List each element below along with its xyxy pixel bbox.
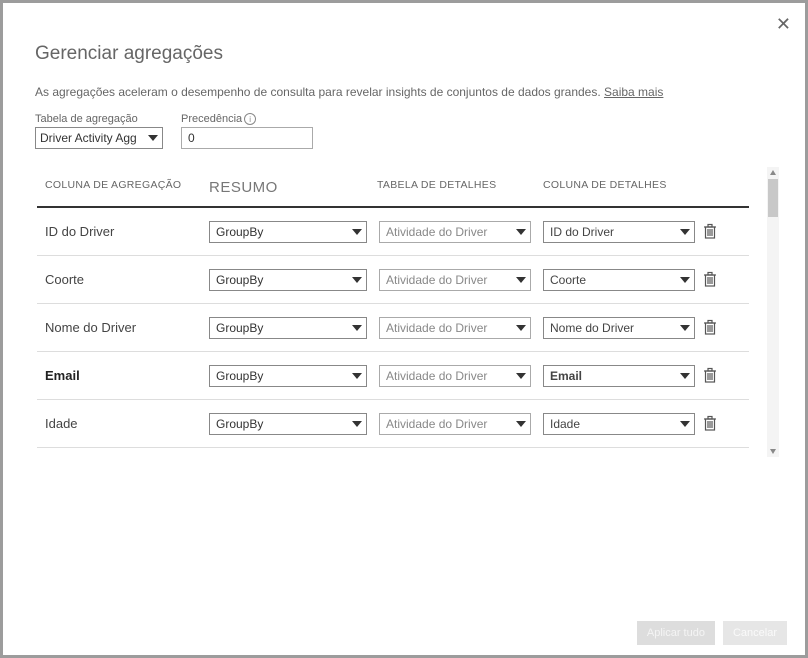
precedence-group: Precedência i [181, 113, 313, 149]
table-header: COLUNA DE AGREGAÇÃO RESUMO TABELA DE DET… [37, 167, 749, 208]
aggregation-table: COLUNA DE AGREGAÇÃO RESUMO TABELA DE DET… [37, 167, 749, 448]
subtitle-text: As agregações aceleram o desempenho de c… [35, 85, 604, 99]
close-icon: ✕ [776, 14, 791, 34]
scroll-thumb[interactable] [768, 179, 778, 217]
agg-table-group: Tabela de agregação Driver Activity Agg [35, 113, 163, 149]
detail-table-select[interactable]: Atividade do Driver [379, 269, 531, 291]
vertical-scrollbar[interactable] [767, 167, 779, 457]
detail-column-select[interactable]: Nome do Driver [543, 317, 695, 339]
detail-table-select[interactable]: Atividade do Driver [379, 413, 531, 435]
detail-table-select[interactable]: Atividade do Driver [379, 317, 531, 339]
agg-column-cell: Coorte [37, 272, 209, 287]
summary-select[interactable]: GroupBy [209, 365, 367, 387]
col-header-agg: COLUNA DE AGREGAÇÃO [37, 179, 209, 196]
delete-row-button[interactable] [703, 223, 717, 241]
dialog-content: Gerenciar agregações As agregações acele… [3, 3, 805, 448]
detail-column-select[interactable]: Idade [543, 413, 695, 435]
dialog-footer: Aplicar tudo Cancelar [637, 621, 787, 645]
trash-icon [703, 275, 717, 290]
close-button[interactable]: ✕ [776, 15, 791, 33]
table-row: CoorteGroupByAtividade do DriverCoorte [37, 256, 749, 304]
detail-column-select[interactable]: ID do Driver [543, 221, 695, 243]
apply-all-button[interactable]: Aplicar tudo [637, 621, 715, 645]
delete-row-button[interactable] [703, 415, 717, 433]
dialog-subtitle: As agregações aceleram o desempenho de c… [35, 85, 805, 99]
info-icon[interactable]: i [244, 113, 256, 125]
trash-icon [703, 227, 717, 242]
delete-row-button[interactable] [703, 319, 717, 337]
detail-column-select[interactable]: Coorte [543, 269, 695, 291]
summary-select[interactable]: GroupBy [209, 269, 367, 291]
precedence-label-wrap: Precedência i [181, 113, 313, 125]
delete-row-button[interactable] [703, 367, 717, 385]
summary-select[interactable]: GroupBy [209, 317, 367, 339]
detail-table-select[interactable]: Atividade do Driver [379, 221, 531, 243]
agg-column-cell: Idade [37, 416, 209, 431]
precedence-input[interactable] [181, 127, 313, 149]
trash-icon [703, 419, 717, 434]
agg-column-cell: Nome do Driver [37, 320, 209, 335]
table-row: IdadeGroupByAtividade do DriverIdade [37, 400, 749, 448]
cancel-button[interactable]: Cancelar [723, 621, 787, 645]
learn-more-link[interactable]: Saiba mais [604, 85, 663, 99]
summary-select[interactable]: GroupBy [209, 221, 367, 243]
manage-aggregations-dialog: ✕ Gerenciar agregações As agregações ace… [3, 3, 805, 655]
summary-select[interactable]: GroupBy [209, 413, 367, 435]
delete-row-button[interactable] [703, 271, 717, 289]
col-header-resumo: RESUMO [209, 179, 377, 196]
dialog-title: Gerenciar agregações [35, 43, 805, 65]
detail-column-select[interactable]: Email [543, 365, 695, 387]
precedence-label: Precedência [181, 113, 242, 125]
agg-column-cell: Email [37, 368, 209, 383]
col-header-detail-col: COLUNA DE DETALHES [543, 179, 701, 196]
table-row: ID do DriverGroupByAtividade do DriverID… [37, 208, 749, 256]
table-body: ID do DriverGroupByAtividade do DriverID… [37, 208, 749, 448]
table-row: EmailGroupByAtividade do DriverEmail [37, 352, 749, 400]
agg-table-label: Tabela de agregação [35, 113, 163, 125]
top-controls: Tabela de agregação Driver Activity Agg … [35, 113, 805, 149]
col-header-detail-table: TABELA DE DETALHES [377, 179, 543, 196]
agg-column-cell: ID do Driver [37, 224, 209, 239]
table-row: Nome do DriverGroupByAtividade do Driver… [37, 304, 749, 352]
detail-table-select[interactable]: Atividade do Driver [379, 365, 531, 387]
agg-table-select[interactable]: Driver Activity Agg [35, 127, 163, 149]
trash-icon [703, 323, 717, 338]
trash-icon [703, 371, 717, 386]
